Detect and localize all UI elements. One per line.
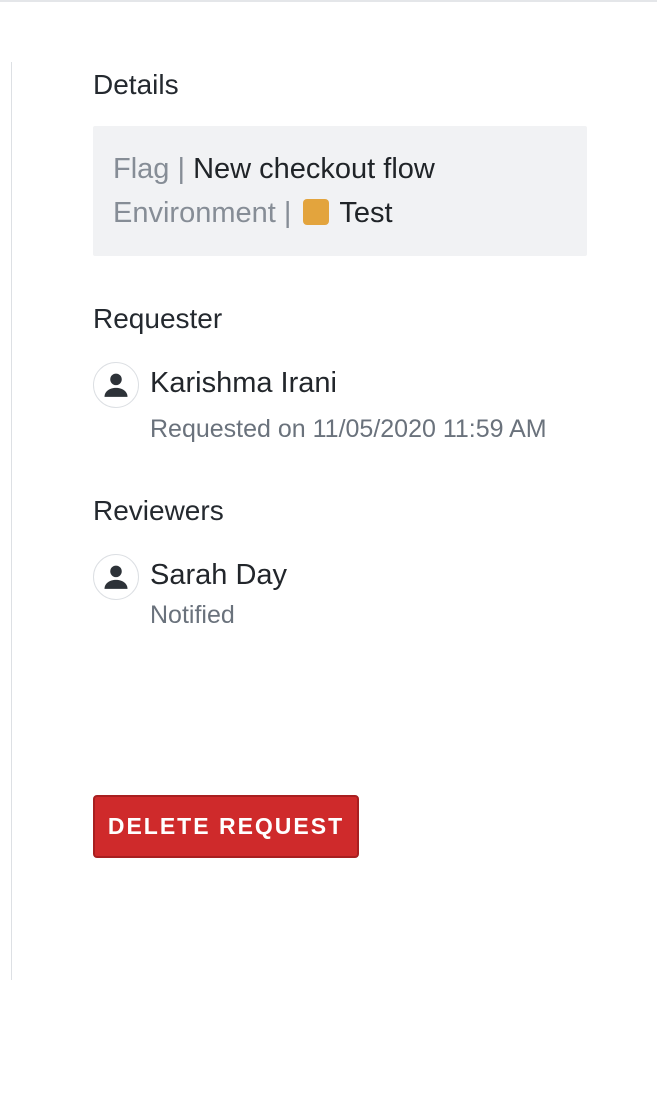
top-divider <box>0 0 657 2</box>
avatar <box>93 554 139 600</box>
person-icon <box>104 373 128 397</box>
panel-left-border <box>11 62 12 980</box>
requester-name: Karishma Irani <box>150 367 337 399</box>
person-icon <box>104 565 128 589</box>
requested-on-text: Requested on 11/05/2020 11:59 AM <box>150 415 547 443</box>
environment-row: Environment | Test <box>113 195 393 231</box>
flag-row: Flag | New checkout flow <box>113 151 435 187</box>
reviewer-name: Sarah Day <box>150 559 288 591</box>
environment-value: Test <box>339 197 393 229</box>
details-box: Flag | New checkout flow Environment | Te… <box>93 126 587 256</box>
delete-request-button[interactable]: DELETE REQUEST <box>93 795 359 858</box>
flag-label: Flag | <box>113 153 186 185</box>
details-heading: Details <box>93 69 179 100</box>
flag-value: New checkout flow <box>193 153 435 185</box>
environment-color-swatch <box>303 199 330 225</box>
reviewers-heading: Reviewers <box>93 495 224 526</box>
requester-heading: Requester <box>93 303 223 334</box>
reviewer-status: Notified <box>150 601 235 629</box>
avatar <box>93 362 139 408</box>
environment-label: Environment | <box>113 197 292 229</box>
